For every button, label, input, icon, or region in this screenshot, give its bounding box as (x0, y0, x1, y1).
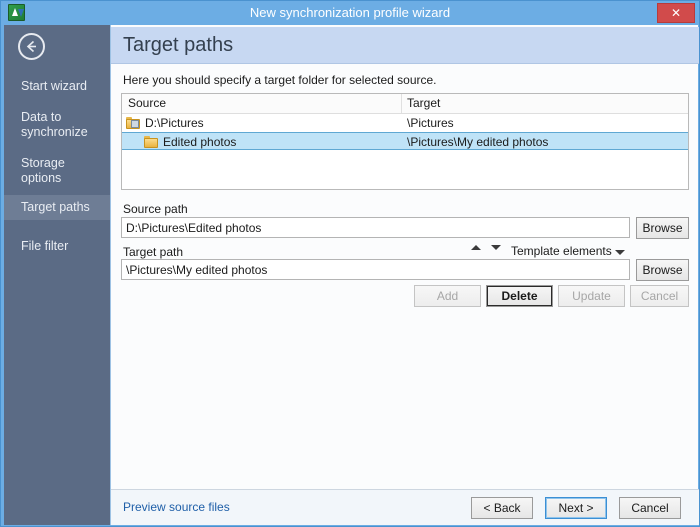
target-path-input[interactable] (121, 259, 630, 280)
page-subtitle: Here you should specify a target folder … (123, 73, 437, 87)
title-bar: New synchronization profile wizard ✕ (1, 1, 699, 25)
source-path-input[interactable] (121, 217, 630, 238)
row-source-cell: D:\Pictures (126, 114, 204, 132)
next-button[interactable]: Next > (545, 497, 607, 519)
source-path-label: Source path (123, 202, 188, 216)
column-divider[interactable] (401, 94, 402, 113)
template-elements-dropdown[interactable]: Template elements (511, 244, 612, 258)
page-title: Target paths (123, 34, 234, 56)
sidebar-item-label: Target paths (21, 200, 90, 214)
list-header: Source Target (122, 94, 688, 114)
close-icon[interactable]: ✕ (657, 3, 695, 23)
row-source-cell: Edited photos (144, 133, 236, 151)
back-arrow-icon[interactable] (18, 33, 45, 60)
window-title: New synchronization profile wizard (249, 5, 451, 20)
row-source-text: D:\Pictures (145, 116, 204, 130)
wizard-window: New synchronization profile wizard ✕ Sta… (0, 0, 700, 527)
arrow-up-icon[interactable] (469, 240, 483, 254)
target-paths-list[interactable]: Source Target D:\Pictures \Pictures Edit… (121, 93, 689, 190)
sidebar-item-target-paths[interactable]: Target paths (4, 195, 110, 220)
cancel-entry-button[interactable]: Cancel (630, 285, 689, 307)
target-path-label: Target path (123, 245, 184, 259)
source-browse-button[interactable]: Browse (636, 217, 689, 239)
sidebar-item-file-filter[interactable]: File filter (4, 234, 110, 259)
drive-folder-icon (126, 117, 141, 129)
delete-button[interactable]: Delete (486, 285, 553, 307)
folder-icon (144, 136, 159, 148)
sidebar-item-label: Storage options (21, 156, 65, 185)
content-panel: Target paths Here you should specify a t… (110, 25, 699, 525)
arrow-down-icon[interactable] (489, 240, 503, 254)
table-row[interactable]: D:\Pictures \Pictures (122, 114, 688, 132)
chevron-down-icon[interactable] (615, 250, 625, 255)
sidebar-item-storage-options[interactable]: Storage options (4, 151, 78, 191)
sidebar-item-label: Start wizard (21, 79, 87, 93)
preview-source-files-link[interactable]: Preview source files (123, 500, 230, 514)
column-header-source[interactable]: Source (128, 94, 166, 113)
table-row[interactable]: Edited photos \Pictures\My edited photos (122, 132, 688, 150)
update-button[interactable]: Update (558, 285, 625, 307)
sidebar-item-start-wizard[interactable]: Start wizard (4, 74, 110, 99)
back-button[interactable]: < Back (471, 497, 533, 519)
row-target-text: \Pictures (407, 116, 454, 130)
target-browse-button[interactable]: Browse (636, 259, 689, 281)
sidebar-item-label: File filter (21, 239, 69, 253)
sidebar: Start wizard Data to synchronize Storage… (4, 25, 110, 525)
row-target-text: \Pictures\My edited photos (407, 135, 549, 149)
sidebar-item-data-to-synchronize[interactable]: Data to synchronize (4, 105, 88, 145)
page-header: Target paths (111, 27, 699, 64)
add-button[interactable]: Add (414, 285, 481, 307)
cancel-button[interactable]: Cancel (619, 497, 681, 519)
row-source-text: Edited photos (163, 135, 237, 149)
sidebar-item-label: Data to synchronize (21, 110, 88, 139)
footer: Preview source files < Back Next > Cance… (111, 490, 699, 525)
column-header-target[interactable]: Target (407, 94, 440, 113)
